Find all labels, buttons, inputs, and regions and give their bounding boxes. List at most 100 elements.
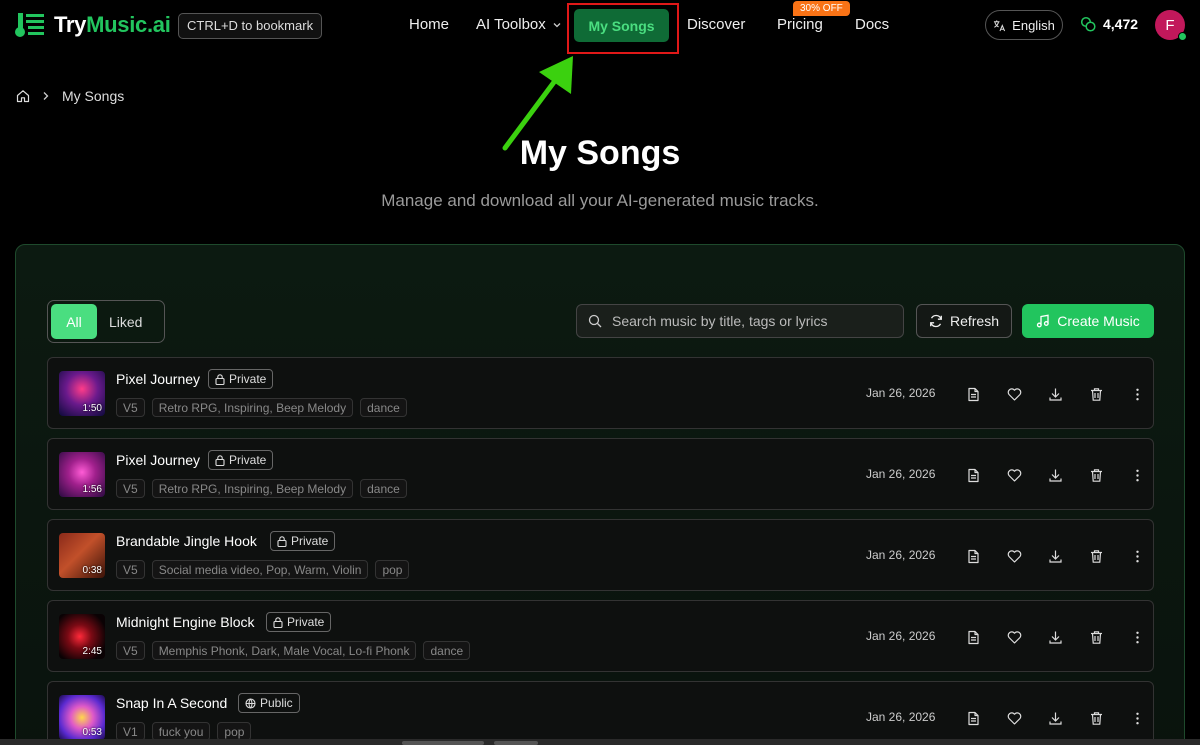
download-button[interactable] [1035,708,1076,728]
nav-ai-toolbox[interactable]: AI Toolbox [476,16,562,33]
home-icon[interactable] [16,89,30,103]
nav-home[interactable]: Home [409,16,449,33]
like-button[interactable] [994,708,1035,728]
heart-icon [1007,630,1022,644]
lyrics-button[interactable] [953,546,994,566]
trash-icon [1091,711,1102,725]
song-tags: V5 Retro RPG, Inspiring, Beep Melody dan… [116,398,407,417]
song-row[interactable]: 1:50 Pixel Journey Private V5 Retro RPG,… [47,357,1154,429]
download-icon [1049,712,1062,725]
song-title[interactable]: Pixel Journey [116,371,200,387]
download-button[interactable] [1035,384,1076,404]
song-actions [953,465,1158,485]
like-button[interactable] [994,627,1035,647]
refresh-label: Refresh [949,313,1000,329]
song-tags: V5 Social media video, Pop, Warm, Violin… [116,560,410,579]
song-cover[interactable]: 2:45 [59,614,105,659]
nav-discover[interactable]: Discover [687,16,745,33]
genre-tag: dance [423,641,471,660]
language-button[interactable]: English [985,10,1063,40]
download-button[interactable] [1035,546,1076,566]
song-date: Jan 26, 2026 [866,467,936,481]
song-title[interactable]: Midnight Engine Block [116,614,255,630]
delete-button[interactable] [1076,384,1117,404]
style-tag: Retro RPG, Inspiring, Beep Melody [151,398,354,417]
avatar-initial: F [1165,16,1175,34]
filter-liked-button[interactable]: Liked [103,304,148,339]
song-cover[interactable]: 0:38 [59,533,105,578]
filter-toggle: All Liked [47,300,165,343]
nav-docs[interactable]: Docs [855,16,889,33]
pricing-discount-badge: 30% OFF [793,1,850,16]
nav-pricing[interactable]: Pricing [777,16,823,33]
bookmark-hint: CTRL+D to bookmark [178,13,323,39]
download-icon [1049,388,1062,401]
more-button[interactable] [1117,465,1158,485]
search-box[interactable] [576,304,904,338]
lyrics-button[interactable] [953,465,994,485]
song-row[interactable]: 2:45 Midnight Engine Block Private V5 Me… [47,600,1154,672]
song-cover[interactable]: 1:50 [59,371,105,416]
song-date: Jan 26, 2026 [866,548,936,562]
more-vertical-icon [1136,631,1139,643]
version-tag: V5 [116,641,145,660]
song-title[interactable]: Brandable Jingle Hook [116,533,257,549]
visibility-label: Private [229,453,267,467]
lyrics-button[interactable] [953,708,994,728]
heart-icon [1007,387,1022,401]
style-tag: Social media video, Pop, Warm, Violin [151,560,369,579]
delete-button[interactable] [1076,465,1117,485]
more-button[interactable] [1117,708,1158,728]
document-icon [968,630,979,644]
delete-button[interactable] [1076,627,1117,647]
like-button[interactable] [994,546,1035,566]
delete-button[interactable] [1076,546,1117,566]
create-music-button[interactable]: Create Music [1022,304,1154,338]
genre-tag: dance [360,479,407,498]
song-actions [953,627,1158,647]
download-button[interactable] [1035,465,1076,485]
lock-icon [277,535,287,547]
version-tag: V5 [116,560,145,579]
breadcrumb-current: My Songs [62,88,125,104]
page-subtitle: Manage and download all your AI-generate… [381,191,819,210]
song-row[interactable]: 1:56 Pixel Journey Private V5 Retro RPG,… [47,438,1154,510]
genre-tag: dance [360,398,407,417]
song-cover[interactable]: 0:53 [59,695,105,740]
more-button[interactable] [1117,546,1158,566]
search-input[interactable] [612,313,892,329]
lyrics-button[interactable] [953,627,994,647]
song-cover[interactable]: 1:56 [59,452,105,497]
breadcrumb: My Songs [16,88,124,104]
nav-my-songs[interactable]: My Songs [574,9,669,42]
filter-all-button[interactable]: All [51,304,97,339]
visibility-label: Private [291,534,329,548]
credits-value: 4,472 [1103,16,1139,32]
bottom-bar [0,739,1200,745]
song-row[interactable]: 0:53 Snap In A Second Public V1 fuck you… [47,681,1154,745]
download-button[interactable] [1035,627,1076,647]
more-vertical-icon [1136,469,1139,481]
song-row[interactable]: 0:38 Brandable Jingle Hook Private V5 So… [47,519,1154,591]
top-nav: TryMusic.ai CTRL+D to bookmark Home AI T… [0,0,1200,54]
song-title[interactable]: Snap In A Second [116,695,227,711]
delete-button[interactable] [1076,708,1117,728]
song-title[interactable]: Pixel Journey [116,452,200,468]
coins-icon [1080,16,1096,32]
more-button[interactable] [1117,384,1158,404]
version-tag: V5 [116,479,145,498]
lyrics-button[interactable] [953,384,994,404]
visibility-label: Private [287,615,325,629]
song-duration: 0:38 [82,565,102,576]
avatar[interactable]: F [1155,10,1187,41]
translate-icon [994,19,1006,31]
refresh-button[interactable]: Refresh [916,304,1012,338]
like-button[interactable] [994,384,1035,404]
like-button[interactable] [994,465,1035,485]
style-tag: Memphis Phonk, Dark, Male Vocal, Lo-fi P… [151,641,417,660]
visibility-label: Public [260,696,293,710]
more-button[interactable] [1117,627,1158,647]
logo[interactable]: TryMusic.ai [14,10,171,40]
logo-text: TryMusic.ai [54,12,171,37]
refresh-icon [930,314,942,328]
